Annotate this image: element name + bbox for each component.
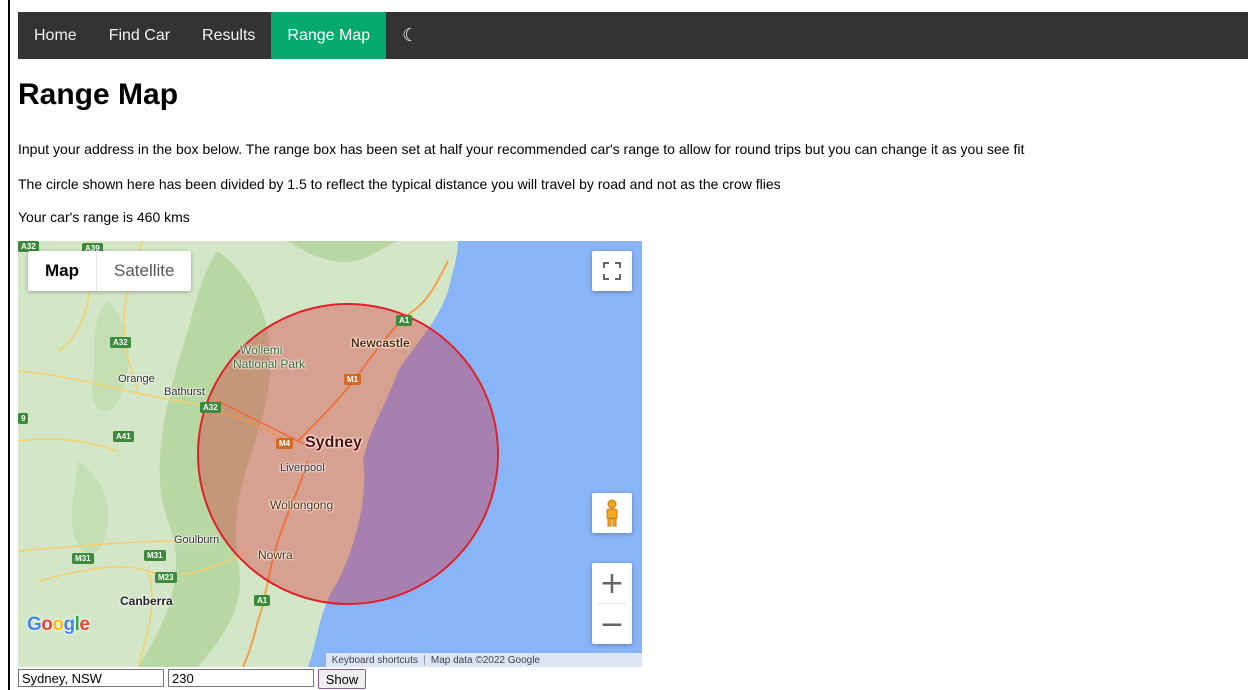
nav-results[interactable]: Results: [186, 12, 271, 59]
car-range-text: Your car's range is 460 kms: [18, 209, 190, 225]
place-orange: Orange: [118, 373, 155, 385]
map-type-satellite-button[interactable]: Satellite: [96, 251, 191, 291]
map-data-text[interactable]: Map data ©2022 Google: [425, 655, 546, 666]
road-shield: A41: [113, 431, 134, 442]
keyboard-shortcuts-link[interactable]: Keyboard shortcuts: [326, 655, 424, 666]
map-attribution: Keyboard shortcuts Map data ©2022 Google: [325, 653, 642, 667]
place-national-park: National Park: [233, 357, 306, 371]
google-logo[interactable]: Google: [27, 614, 90, 636]
nav-home[interactable]: Home: [18, 12, 93, 59]
place-sydney: Sydney: [305, 434, 362, 451]
address-input[interactable]: [18, 669, 164, 687]
show-button[interactable]: Show: [318, 669, 366, 689]
road-shield: A32: [200, 402, 221, 413]
range-input[interactable]: [168, 669, 314, 687]
road-shield: M4: [276, 438, 294, 449]
fullscreen-icon: [603, 262, 621, 280]
place-goulburn: Goulburn: [174, 534, 220, 546]
road-shield: 9: [18, 413, 29, 424]
instructions-text: Input your address in the box below. The…: [18, 141, 1025, 157]
place-canberra: Canberra: [120, 594, 173, 608]
place-wollemi: Wollemi: [240, 343, 283, 357]
zoom-out-button[interactable]: −: [592, 604, 632, 644]
road-shield: A1: [396, 315, 413, 326]
nav-find-car[interactable]: Find Car: [93, 12, 186, 59]
road-shield: M31: [144, 550, 166, 561]
place-wollongong: Wollongong: [270, 498, 334, 512]
map-type-map-button[interactable]: Map: [28, 251, 96, 291]
road-shield: M23: [155, 572, 177, 583]
map-type-control: Map Satellite: [28, 251, 192, 291]
place-newcastle: Newcastle: [351, 336, 410, 350]
place-liverpool: Liverpool: [280, 462, 325, 474]
nav-range-map[interactable]: Range Map: [271, 12, 387, 59]
place-nowra: Nowra: [258, 548, 293, 562]
fullscreen-button[interactable]: [592, 251, 632, 291]
top-navbar: Home Find Car Results Range Map ☾: [18, 12, 1248, 59]
pegman-icon: [606, 499, 618, 527]
zoom-in-button[interactable]: +: [592, 563, 632, 603]
map-base: [18, 241, 642, 667]
range-map[interactable]: Newcastle Wollemi National Park Orange B…: [18, 241, 642, 667]
street-view-button[interactable]: [592, 493, 632, 533]
road-shield: M31: [72, 553, 94, 564]
moon-icon[interactable]: ☾: [386, 12, 434, 59]
circle-note-text: The circle shown here has been divided b…: [18, 176, 781, 192]
place-bathurst: Bathurst: [164, 386, 205, 398]
road-shield: A1: [254, 595, 271, 606]
page-title: Range Map: [18, 78, 179, 111]
road-shield: M1: [344, 374, 362, 385]
zoom-control: + −: [592, 563, 632, 644]
left-border: [8, 0, 10, 690]
road-shield: A32: [110, 337, 131, 348]
